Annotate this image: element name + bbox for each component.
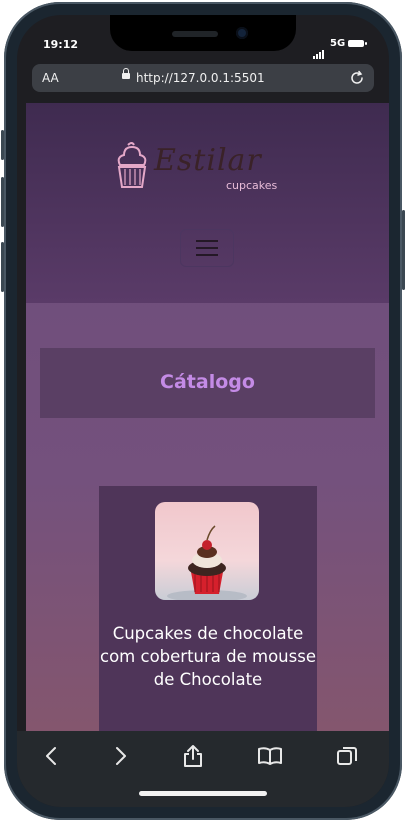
notch [110, 15, 296, 51]
site-header: Estilar cupcakes [26, 103, 389, 303]
reload-icon[interactable] [348, 69, 366, 87]
forward-icon[interactable] [107, 743, 133, 769]
back-icon[interactable] [39, 743, 65, 769]
bookmarks-icon[interactable] [257, 743, 283, 769]
cupcake-logo-icon [117, 142, 147, 188]
screen: 19:12 5G AA http://127.0.0.1:5501 Estila… [17, 15, 389, 807]
phone-frame: 19:12 5G AA http://127.0.0.1:5501 Estila… [1, 2, 405, 820]
network-label: 5G [330, 38, 346, 49]
browser-toolbar [17, 731, 389, 807]
product-image[interactable] [155, 502, 259, 600]
signal-icon [313, 40, 325, 59]
side-button-left-3 [1, 242, 4, 292]
url-label: http://127.0.0.1:5501 [136, 71, 265, 85]
speaker [172, 31, 218, 37]
tabs-icon[interactable] [334, 743, 360, 769]
brand-script-text: Estilar [154, 143, 262, 178]
battery-icon [348, 40, 367, 47]
address-bar[interactable]: AA http://127.0.0.1:5501 [32, 64, 374, 92]
cupcake-photo-icon [167, 525, 247, 600]
catalog-banner: Cátalogo [40, 348, 375, 418]
status-time: 19:12 [43, 38, 79, 51]
side-button-left [1, 130, 4, 160]
product-title[interactable]: Cupcakes de chocolate com cobertura de m… [99, 622, 317, 691]
camera [236, 27, 248, 39]
home-indicator[interactable] [139, 791, 267, 796]
site-logo[interactable]: Estilar cupcakes [114, 141, 294, 197]
share-icon[interactable] [180, 743, 206, 769]
side-button-left-2 [1, 177, 4, 227]
product-card[interactable]: Cupcakes de chocolate com cobertura de m… [99, 486, 317, 731]
web-content: Estilar cupcakes Cátalogo Cupcakes de ch… [26, 103, 389, 731]
lock-icon [122, 68, 130, 79]
brand-subtitle: cupcakes [226, 179, 278, 192]
text-size-button[interactable]: AA [42, 71, 59, 85]
hamburger-menu-icon[interactable] [180, 229, 234, 267]
section-title: Cátalogo [160, 371, 255, 393]
side-button-right [402, 210, 405, 290]
url-text[interactable]: http://127.0.0.1:5501 [122, 68, 265, 85]
